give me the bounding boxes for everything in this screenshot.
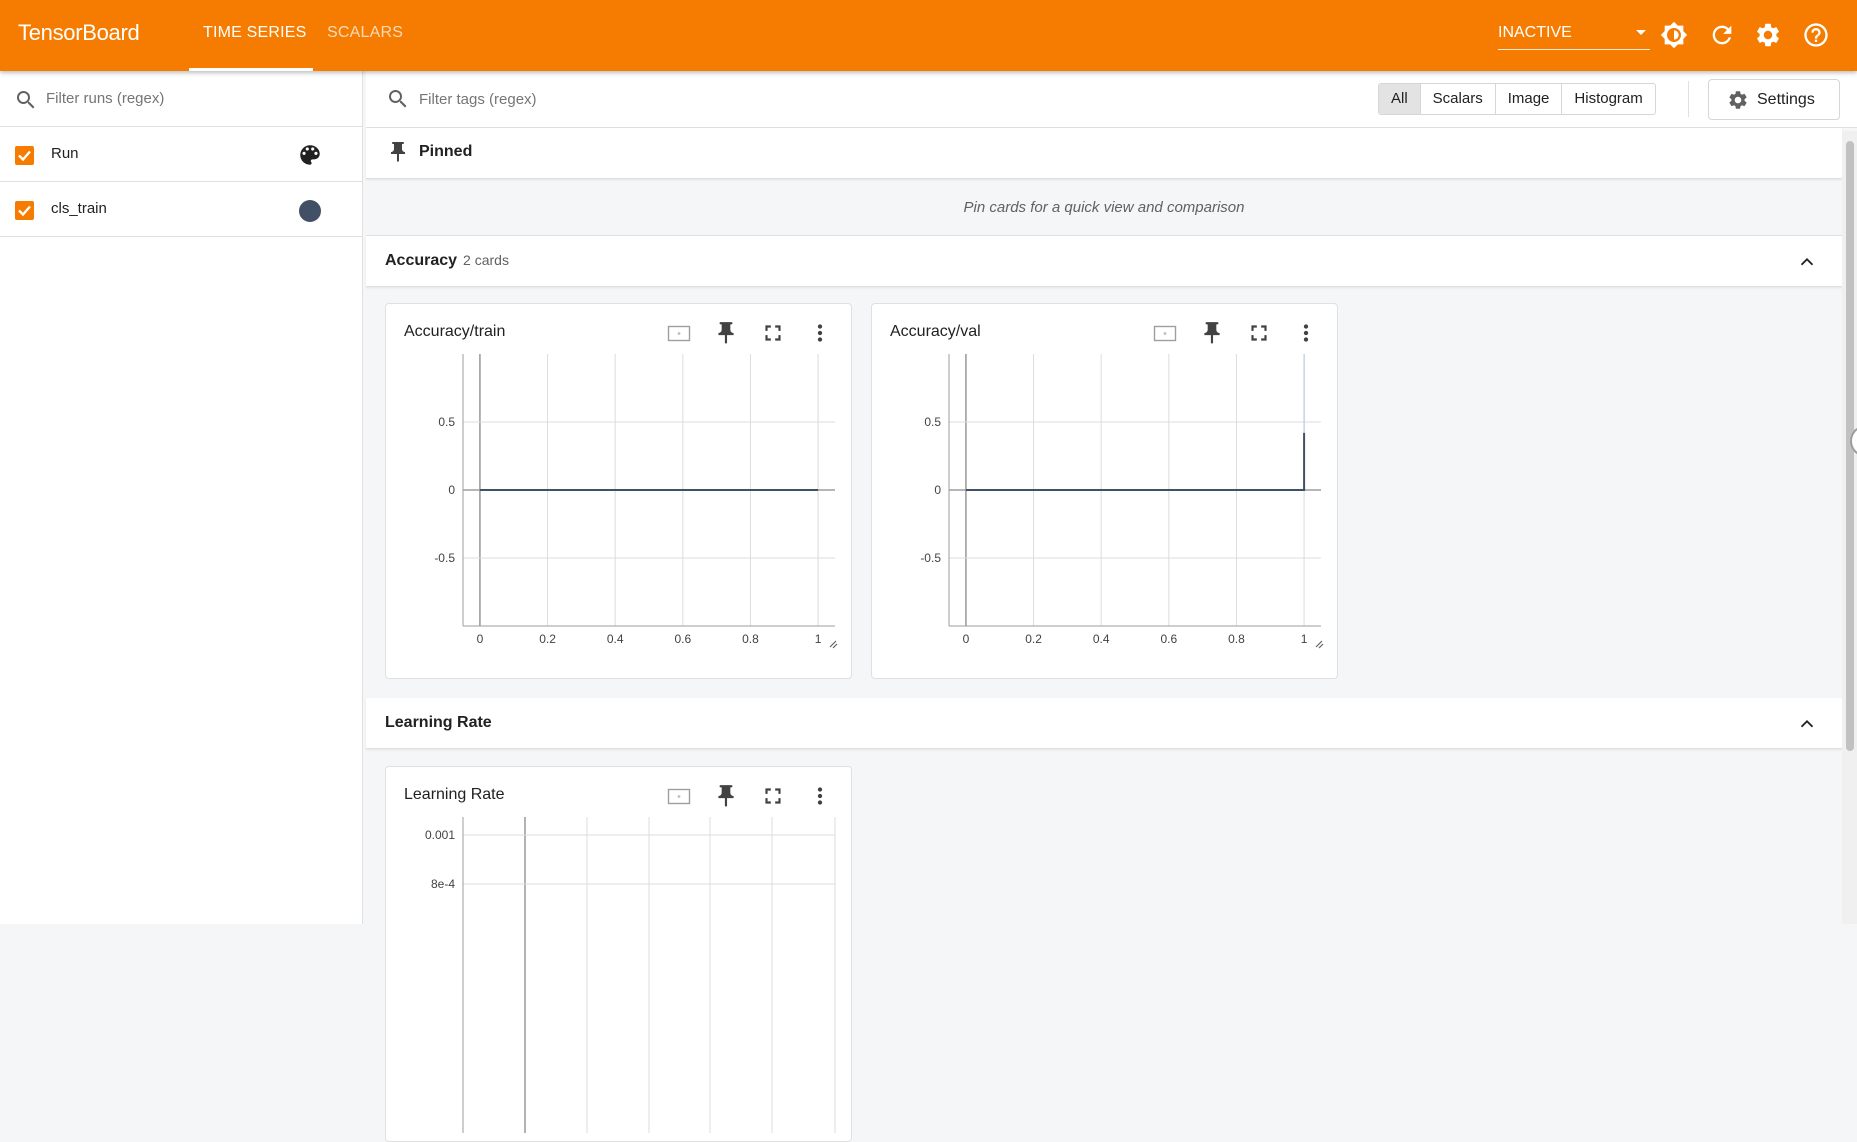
- search-icon: [386, 87, 410, 111]
- x-tick-label: 0.4: [1093, 632, 1110, 646]
- fit-domain-icon[interactable]: [1152, 320, 1178, 346]
- y-tick-label: -0.5: [920, 551, 941, 565]
- x-tick-label: 0: [477, 632, 484, 646]
- run-row-cls-train: cls_train: [0, 182, 362, 237]
- settings-icon[interactable]: [1754, 21, 1782, 49]
- y-tick-label: 0.5: [438, 415, 455, 429]
- pin-icon[interactable]: [713, 320, 739, 346]
- run-row-header: Run: [0, 127, 362, 182]
- more-vert-icon[interactable]: [807, 320, 833, 346]
- runs-sidebar: Filter runs (regex) Run cls_train: [0, 71, 363, 924]
- series-line-cls-train: [965, 432, 1306, 491]
- plugin-status-value: INACTIVE: [1498, 24, 1572, 41]
- fit-domain-icon[interactable]: [666, 320, 692, 346]
- search-icon: [14, 88, 38, 112]
- tag-filter-input[interactable]: Filter tags (regex): [419, 91, 537, 108]
- x-tick-label: 1: [1301, 632, 1308, 646]
- run-filter-placeholder: Filter runs (regex): [46, 90, 165, 107]
- main-scrollbar[interactable]: [1842, 131, 1857, 924]
- pinned-title: Pinned: [419, 143, 473, 160]
- run-column-label: Run: [51, 145, 79, 162]
- y-tick-label: 0: [934, 483, 941, 497]
- toolbar-divider: [1688, 81, 1689, 117]
- chevron-up-icon[interactable]: [1796, 713, 1818, 735]
- accuracy-group-header[interactable]: Accuracy 2 cards: [366, 236, 1842, 287]
- top-app-bar: TensorBoard TIME SERIES SCALARS INACTIVE: [0, 0, 1857, 71]
- active-tab-indicator: [189, 68, 313, 71]
- fullscreen-icon[interactable]: [760, 320, 786, 346]
- plugin-type-filter: All Scalars Image Histogram: [1378, 83, 1656, 115]
- x-tick-label: 1: [815, 632, 822, 646]
- x-tick-label: 0.8: [742, 632, 759, 646]
- chart-svg: 0.001 8e-4: [425, 817, 836, 1133]
- run-filter-input[interactable]: Filter runs (regex): [0, 71, 362, 127]
- card-title: Accuracy/train: [404, 323, 506, 340]
- brightness-icon[interactable]: [1660, 21, 1688, 49]
- resize-handle-icon: [1315, 640, 1324, 649]
- card-title: Accuracy/val: [890, 323, 981, 340]
- fullscreen-icon[interactable]: [1246, 320, 1272, 346]
- pin-icon[interactable]: [713, 783, 739, 809]
- filter-histogram-button[interactable]: Histogram: [1562, 84, 1654, 114]
- tab-time-series[interactable]: TIME SERIES: [203, 24, 307, 42]
- chevron-down-icon: [1636, 30, 1646, 35]
- app-logo[interactable]: TensorBoard: [18, 20, 140, 46]
- filter-image-button[interactable]: Image: [1496, 84, 1563, 114]
- x-tick-label: 0.2: [1025, 632, 1042, 646]
- pin-icon: [386, 140, 410, 164]
- chart-svg: 0 0.2 0.4 0.6 0.8 1 0.5 0 -0.5: [920, 354, 1324, 649]
- filter-scalars-button[interactable]: Scalars: [1421, 84, 1496, 114]
- x-tick-label: 0: [963, 632, 970, 646]
- x-tick-label: 0.4: [607, 632, 624, 646]
- group-title: Learning Rate: [385, 714, 492, 731]
- card-title: Learning Rate: [404, 786, 505, 803]
- x-tick-label: 0.2: [539, 632, 556, 646]
- refresh-icon[interactable]: [1708, 21, 1736, 49]
- more-vert-icon[interactable]: [807, 783, 833, 809]
- learning-rate-group-header[interactable]: Learning Rate: [366, 698, 1842, 749]
- chevron-up-icon[interactable]: [1796, 251, 1818, 273]
- line-chart[interactable]: 0.001 8e-4: [386, 817, 851, 1133]
- pin-icon[interactable]: [1199, 320, 1225, 346]
- settings-label: Settings: [1757, 91, 1815, 108]
- group-title: Accuracy 2 cards: [385, 252, 509, 269]
- fit-domain-icon[interactable]: [666, 783, 692, 809]
- help-icon[interactable]: [1802, 21, 1830, 49]
- pinned-empty-message: Pin cards for a quick view and compariso…: [366, 179, 1842, 236]
- run-checkbox-cls-train[interactable]: [15, 201, 34, 220]
- line-chart[interactable]: 0 0.2 0.4 0.6 0.8 1 0.5 0 -0.5: [386, 354, 851, 670]
- resize-handle-icon: [829, 640, 838, 649]
- y-tick-label: 0.5: [924, 415, 941, 429]
- y-tick-label: 0: [448, 483, 455, 497]
- pinned-section-header: Pinned: [366, 128, 1842, 179]
- gear-icon: [1727, 89, 1749, 111]
- y-tick-label: -0.5: [434, 551, 455, 565]
- group-card-count: 2 cards: [463, 252, 509, 268]
- run-name: cls_train: [51, 200, 107, 217]
- y-tick-label: 8e-4: [431, 877, 455, 891]
- scalar-card-learning-rate: Learning Rate 0.001 8e-4: [385, 766, 852, 1142]
- tab-scalars[interactable]: SCALARS: [327, 24, 403, 42]
- scalar-card-accuracy-train: Accuracy/train 0 0.2 0.4 0.6 0.8 1 0.5 0 -0.5: [385, 303, 852, 679]
- settings-button[interactable]: Settings: [1708, 79, 1840, 120]
- fullscreen-icon[interactable]: [760, 783, 786, 809]
- select-all-runs-checkbox[interactable]: [15, 146, 34, 165]
- plugin-status-select[interactable]: INACTIVE: [1498, 22, 1650, 50]
- x-tick-label: 0.6: [1160, 632, 1177, 646]
- palette-icon[interactable]: [297, 142, 323, 168]
- tag-toolbar: Filter tags (regex) All Scalars Image Hi…: [366, 71, 1857, 128]
- filter-all-button[interactable]: All: [1379, 84, 1421, 114]
- more-vert-icon[interactable]: [1293, 320, 1319, 346]
- x-tick-label: 0.8: [1228, 632, 1245, 646]
- chart-svg: 0 0.2 0.4 0.6 0.8 1 0.5 0 -0.5: [434, 354, 838, 649]
- line-chart[interactable]: 0 0.2 0.4 0.6 0.8 1 0.5 0 -0.5: [872, 354, 1337, 670]
- x-tick-label: 0.6: [674, 632, 691, 646]
- y-tick-label: 0.001: [425, 828, 455, 842]
- scalar-card-accuracy-val: Accuracy/val 0 0.2 0.4 0.6 0.8 1 0.5 0 -0.5: [871, 303, 1338, 679]
- main-panel: Filter tags (regex) All Scalars Image Hi…: [366, 71, 1857, 1142]
- run-color-swatch[interactable]: [299, 200, 321, 222]
